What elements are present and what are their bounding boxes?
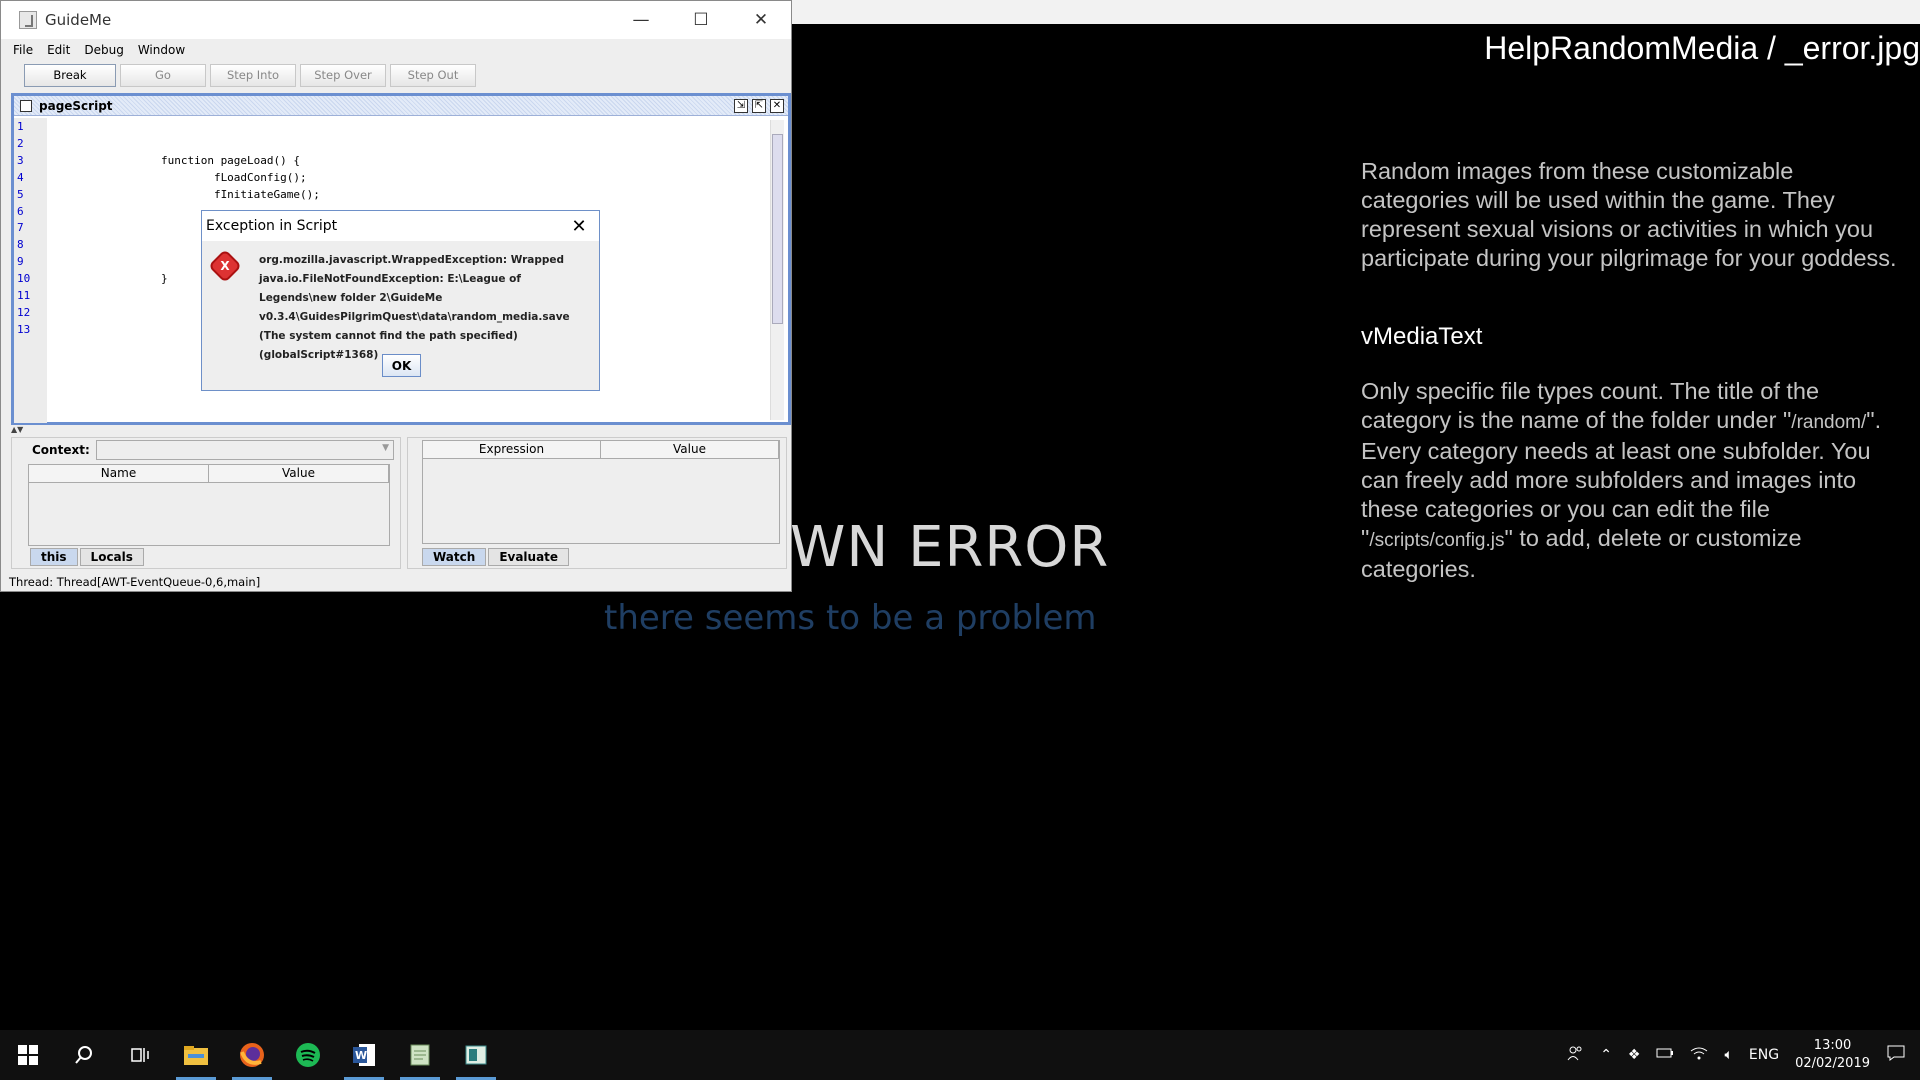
line-number: 13	[17, 322, 31, 336]
line-number-gutter: 1 2 3 4 5 6 7 8 9 10 11 12 13	[14, 118, 47, 423]
file-explorer-icon[interactable]	[168, 1030, 224, 1080]
close-panel-icon[interactable]: ✕	[770, 98, 784, 113]
watch-value-column-header[interactable]: Value	[601, 441, 779, 458]
code-line: fInitiateGame();	[55, 187, 320, 201]
clock[interactable]: 13:00 02/02/2019	[1795, 1037, 1870, 1073]
java-app-icon	[19, 11, 37, 29]
clock-time: 13:00	[1813, 1038, 1852, 1053]
line-number: 12	[17, 305, 31, 319]
window-title: GuideMe	[45, 11, 112, 29]
editor-header: pageScript ⇲ ⇱ ✕	[14, 96, 788, 116]
line-number: 5	[17, 187, 24, 201]
exception-dialog: Exception in Script ✕ X org.mozilla.java…	[201, 210, 600, 391]
step-over-button[interactable]: Step Over	[300, 63, 386, 87]
word-icon[interactable]: W	[336, 1030, 392, 1080]
clock-date: 02/02/2019	[1795, 1056, 1870, 1071]
menu-bar: File Edit Debug Window	[1, 39, 791, 60]
step-out-button[interactable]: Step Out	[390, 63, 476, 87]
task-view-icon[interactable]	[112, 1030, 168, 1080]
context-panel: Context: Name Value this Locals	[11, 437, 401, 569]
action-center-icon[interactable]	[1886, 1044, 1906, 1066]
line-number: 3	[17, 153, 24, 167]
dialog-title: Exception in Script	[206, 218, 338, 234]
code-line: function pageLoad() {	[55, 153, 301, 167]
line-number: 9	[17, 255, 24, 269]
close-button[interactable]: ✕	[731, 1, 791, 39]
context-label: Context:	[32, 443, 90, 457]
people-icon[interactable]	[1566, 1044, 1584, 1066]
spotify-icon[interactable]	[280, 1030, 336, 1080]
tab-locals[interactable]: Locals	[79, 548, 144, 566]
guideme-java-icon[interactable]	[448, 1030, 504, 1080]
svg-text:W: W	[355, 1049, 367, 1062]
background-top-strip	[792, 0, 1920, 24]
watch-table[interactable]: Expression Value	[422, 440, 780, 544]
dialog-close-icon[interactable]: ✕	[559, 216, 599, 237]
expression-column-header[interactable]: Expression	[423, 441, 601, 458]
status-bar: Thread: Thread[AWT-EventQueue-0,6,main]	[9, 575, 261, 589]
search-icon[interactable]	[56, 1030, 112, 1080]
line-number: 7	[17, 221, 24, 235]
language-indicator[interactable]: ENG	[1749, 1047, 1779, 1063]
guideme-debugger-window: GuideMe — ☐ ✕ File Edit Debug Window Bre…	[0, 0, 792, 592]
name-column-header[interactable]: Name	[29, 465, 209, 482]
dropbox-icon[interactable]: ❖	[1628, 1047, 1641, 1063]
exception-message: org.mozilla.javascript.WrappedException:…	[259, 254, 570, 361]
restore-icon[interactable]: ⇲	[734, 98, 748, 113]
watch-panel: Expression Value Watch Evaluate	[407, 437, 787, 569]
code-line: fLoadConfig();	[55, 170, 307, 184]
help-paragraph-2: Only specific file types count. The titl…	[1361, 378, 1882, 582]
volume-icon[interactable]: 🔈︎	[1724, 1047, 1732, 1063]
value-column-header[interactable]: Value	[209, 465, 389, 482]
help-paragraph-1: Random images from these customizable ca…	[1361, 158, 1897, 271]
line-number: 10	[17, 272, 31, 286]
error-image-subtitle: there seems to be a problem	[604, 598, 1097, 638]
editor-scrollbar[interactable]	[770, 120, 784, 420]
notepad-icon[interactable]	[392, 1030, 448, 1080]
title-bar: GuideMe — ☐ ✕	[1, 1, 791, 39]
chevron-up-icon[interactable]: ⌃	[1600, 1047, 1612, 1063]
locals-table[interactable]: Name Value	[28, 464, 390, 546]
debug-toolbar: Break Go Step Into Step Over Step Out	[1, 60, 791, 90]
taskbar: W ⌃ ❖ 🔈︎ ENG 13:00 02/02/2019	[0, 1030, 1920, 1080]
tab-watch[interactable]: Watch	[422, 548, 487, 566]
step-into-button[interactable]: Step Into	[210, 63, 296, 87]
scrollbar-thumb[interactable]	[772, 134, 783, 324]
firefox-icon[interactable]	[224, 1030, 280, 1080]
line-number: 11	[17, 289, 31, 303]
line-number: 2	[17, 136, 24, 150]
context-select[interactable]	[95, 440, 394, 460]
go-button[interactable]: Go	[120, 63, 206, 87]
system-tray: ⌃ ❖ 🔈︎ ENG 13:00 02/02/2019	[1566, 1037, 1920, 1073]
line-number: 1	[17, 120, 24, 133]
line-number: 4	[17, 170, 24, 184]
ok-button[interactable]: OK	[382, 354, 421, 377]
tab-this[interactable]: this	[30, 548, 78, 566]
help-heading: vMediaText	[1361, 323, 1483, 350]
battery-icon[interactable]	[1656, 1047, 1674, 1063]
maximize-button[interactable]: ☐	[671, 1, 731, 39]
maximize-icon[interactable]: ⇱	[752, 98, 766, 113]
tab-evaluate[interactable]: Evaluate	[488, 548, 570, 566]
break-button[interactable]: Break	[24, 63, 116, 87]
editor-title: pageScript	[39, 98, 113, 113]
line-number: 8	[17, 238, 24, 252]
menu-window[interactable]: Window	[138, 43, 185, 57]
error-image-heading: WN ERROR	[790, 515, 1110, 580]
menu-debug[interactable]: Debug	[84, 43, 123, 57]
menu-file[interactable]: File	[13, 43, 33, 57]
menu-edit[interactable]: Edit	[47, 43, 70, 57]
line-number: 6	[17, 204, 24, 218]
windows-start-icon[interactable]	[0, 1030, 56, 1080]
page-icon	[20, 99, 32, 112]
minimize-button[interactable]: —	[611, 1, 671, 39]
error-icon: X	[208, 249, 242, 283]
split-divider[interactable]: ▲▼	[11, 425, 791, 435]
wifi-icon[interactable]	[1690, 1046, 1708, 1064]
media-title: HelpRandomMedia / _error.jpg	[1484, 30, 1920, 66]
